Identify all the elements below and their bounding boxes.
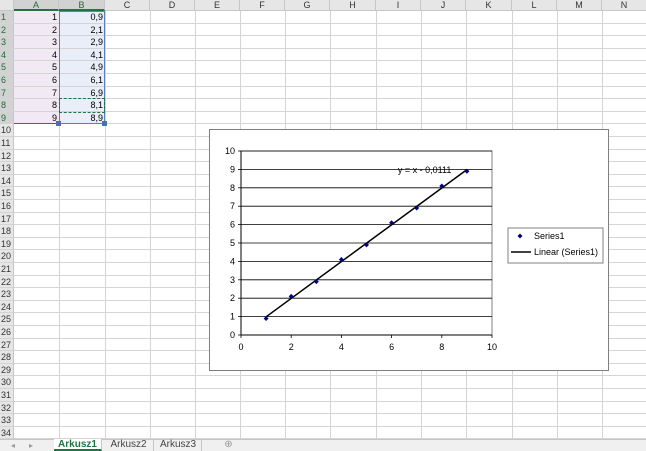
y-tick-label: 1 (230, 312, 235, 322)
row-header[interactable]: 6 (0, 74, 14, 87)
range-a-outline (14, 11, 59, 125)
tab-arkusz2[interactable]: Arkusz2 (104, 439, 154, 451)
x-tick-label: 0 (238, 342, 243, 352)
y-tick-label: 9 (230, 164, 235, 174)
x-tick-label: 4 (339, 342, 344, 352)
column-header[interactable]: L (512, 0, 557, 11)
row-header[interactable]: 13 (0, 162, 14, 175)
row-header[interactable]: 5 (0, 61, 14, 74)
row-header[interactable]: 7 (0, 86, 14, 100)
row-gridline (14, 73, 646, 74)
row-header[interactable]: 17 (0, 212, 14, 226)
row-header[interactable]: 23 (0, 288, 14, 301)
row-header[interactable]: 21 (0, 263, 14, 276)
row-header[interactable]: 9 (0, 111, 14, 125)
row-gridline (14, 60, 646, 62)
row-gridline (14, 22, 646, 24)
row-gridline (14, 110, 646, 112)
fill-handle[interactable] (102, 121, 107, 127)
trendline-equation: y = x - 0,0111 (398, 165, 451, 175)
fill-handle[interactable] (56, 121, 61, 127)
row-header[interactable]: 15 (0, 187, 14, 200)
row-header[interactable]: 24 (0, 300, 14, 314)
row-header[interactable]: 22 (0, 275, 14, 289)
row-header[interactable]: 1 (0, 11, 14, 24)
row-header[interactable]: 12 (0, 149, 14, 163)
y-tick-label: 10 (225, 146, 235, 156)
column-header[interactable]: D (150, 0, 195, 11)
column-header[interactable]: A (14, 0, 59, 11)
row-header[interactable]: 32 (0, 401, 14, 415)
column-header[interactable]: B (59, 0, 105, 11)
row-gridline (14, 35, 646, 37)
prev-sheet-icon[interactable]: ◂ (6, 440, 20, 451)
column-header[interactable]: G (285, 0, 330, 11)
row-header[interactable]: 10 (0, 124, 14, 137)
row-header[interactable]: 26 (0, 326, 14, 339)
column-header[interactable]: J (421, 0, 466, 11)
row-header[interactable]: 19 (0, 237, 14, 251)
row-gridline (14, 388, 646, 389)
row-gridline (14, 375, 646, 377)
column-header[interactable]: I (376, 0, 421, 11)
y-tick-label: 0 (230, 330, 235, 340)
tab-arkusz3[interactable]: Arkusz3 (155, 439, 202, 451)
tab-arkusz1[interactable]: Arkusz1 (54, 439, 102, 451)
y-tick-label: 4 (230, 256, 235, 266)
scatter-chart[interactable]: 0 1 2 3 4 5 6 7 8 9 10 0 2 4 6 8 10 y = x - 0,0111 Series1… (209, 129, 609, 371)
y-tick-label: 8 (230, 183, 235, 193)
row-header[interactable]: 8 (0, 99, 14, 112)
row-header[interactable]: 25 (0, 313, 14, 326)
row-header[interactable]: 31 (0, 389, 14, 402)
sheet-tab-bar: ◂ ▸ Arkusz1 Arkusz2 Arkusz3 ⊕ (0, 439, 646, 451)
row-header[interactable]: 29 (0, 363, 14, 377)
row-header[interactable]: 28 (0, 351, 14, 364)
row-header[interactable]: 33 (0, 414, 14, 427)
row-header[interactable]: 2 (0, 23, 14, 37)
row-gridline (14, 413, 646, 415)
select-all-corner[interactable] (0, 0, 14, 11)
row-header[interactable]: 11 (0, 137, 14, 150)
row-header[interactable]: 18 (0, 225, 14, 238)
column-header[interactable]: N (602, 0, 646, 11)
row-header[interactable]: 34 (0, 426, 14, 439)
row-gridline (14, 47, 646, 49)
row-header[interactable]: 3 (0, 36, 14, 49)
row-gridline (14, 98, 646, 100)
row-gridline (14, 123, 646, 125)
y-tick-label: 3 (230, 275, 235, 285)
legend-label-series1: Series1 (534, 231, 565, 241)
row-gridline (14, 400, 646, 402)
y-tick-label: 7 (230, 201, 235, 211)
row-header[interactable]: 16 (0, 200, 14, 213)
x-tick-label: 6 (389, 342, 394, 352)
x-tick-label: 2 (289, 342, 294, 352)
column-header[interactable]: M (557, 0, 602, 11)
x-tick-label: 8 (439, 342, 444, 352)
row-header[interactable]: 27 (0, 338, 14, 352)
column-header[interactable]: E (195, 0, 240, 11)
y-tick-label: 6 (230, 220, 235, 230)
column-header[interactable]: F (240, 0, 285, 11)
x-tick-label: 10 (487, 342, 497, 352)
y-tick-label: 5 (230, 238, 235, 248)
row-header[interactable]: 30 (0, 376, 14, 389)
chart-canvas: 0 1 2 3 4 5 6 7 8 9 10 0 2 4 6 8 10 y = x - 0,0111 Series1… (225, 146, 604, 352)
row-gridline (14, 425, 646, 427)
column-header[interactable]: H (330, 0, 376, 11)
row-header[interactable]: 20 (0, 250, 14, 263)
column-header[interactable]: C (105, 0, 150, 11)
row-gridline (14, 85, 646, 87)
column-header[interactable]: K (466, 0, 512, 11)
row-header[interactable]: 4 (0, 48, 14, 62)
next-sheet-icon[interactable]: ▸ (24, 440, 38, 451)
plus-circle-icon[interactable]: ⊕ (223, 440, 234, 451)
y-tick-label: 2 (230, 293, 235, 303)
legend-label-linear: Linear (Series1) (534, 247, 598, 257)
row-header[interactable]: 14 (0, 174, 14, 188)
copy-marquee (59, 98, 105, 113)
